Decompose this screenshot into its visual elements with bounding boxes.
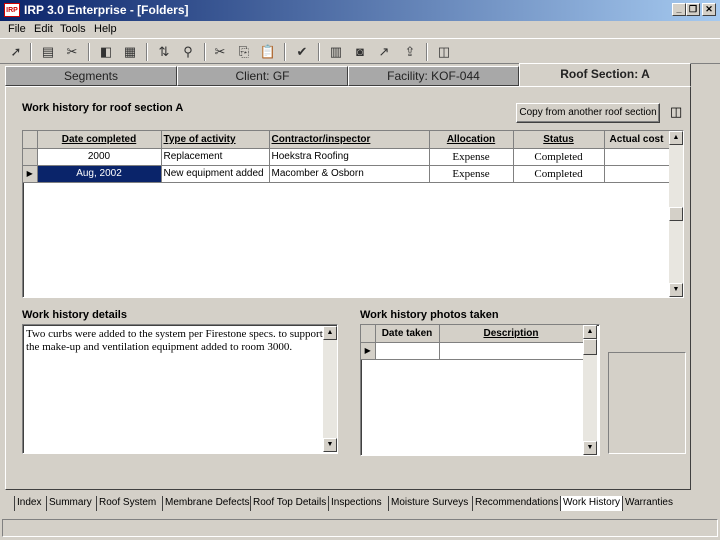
cell-contractor[interactable]: Hoekstra Roofing [269,148,430,166]
restore-button[interactable]: ❐ [686,3,700,16]
column-date-completed[interactable]: Date completed [37,131,162,149]
chart-icon[interactable]: ↗ [374,42,394,62]
work-history-grid[interactable]: Date completed Type of activity Contract… [22,130,684,298]
tab-warranties[interactable]: Warranties [622,496,675,511]
cell-type-of-activity[interactable]: New equipment added [161,165,270,183]
photos-label: Work history photos taken [360,309,499,321]
tab-client[interactable]: Client: GF [177,66,348,86]
table-row[interactable]: ▶ Aug, 2002 New equipment added Macomber… [23,165,670,183]
window-title: IRP 3.0 Enterprise - [Folders] [24,3,189,17]
section-title: Work history for roof section A [22,102,184,114]
row-indicator-header [23,131,38,149]
scroll-up-arrow-icon[interactable]: ▲ [669,131,683,145]
row-indicator [23,148,38,166]
scroll-thumb[interactable] [669,207,683,221]
tab-work-history[interactable]: Work History [560,496,623,511]
folder-icon[interactable]: ◧ [96,42,116,62]
copy-from-another-roof-section-button[interactable]: Copy from another roof section [516,103,660,123]
tab-facility[interactable]: Facility: KOF-044 [348,66,519,86]
menu-file[interactable]: File [8,23,26,35]
tab-inspections[interactable]: Inspections [328,496,384,511]
cell-contractor[interactable]: Macomber & Osborn [269,165,430,183]
cell-date-completed[interactable]: 2000 [37,148,162,166]
tab-roof-section[interactable]: Roof Section: A [519,63,691,87]
menu-edit[interactable]: Edit [34,23,53,35]
cell-date-taken[interactable] [375,342,440,360]
table-row[interactable]: ▶ [361,342,584,360]
work-history-details-textarea[interactable]: Two curbs were added to the system per F… [22,324,338,454]
grid-header-row: Date completed Type of activity Contract… [23,131,670,149]
column-allocation[interactable]: Allocation [429,131,514,149]
column-date-taken[interactable]: Date taken [375,325,440,343]
menu-bar: File Edit Tools Help [0,21,720,38]
photo-preview [608,352,686,454]
status-bar [2,519,718,537]
history-grid-scrollbar[interactable]: ▲ ▼ [669,131,683,297]
toolbar: ➚ ▤ ✂ ◧ ▦ ⇅ ⚲ ✂ ⎘ 📋 ✔ ▥ ◙ ↗ ⇪ ◫ [0,38,720,64]
row-indicator-header [361,325,376,343]
camera-icon[interactable]: ◙ [350,42,370,62]
table-row[interactable]: 2000 Replacement Hoekstra Roofing Expens… [23,148,670,166]
tab-moisture-surveys[interactable]: Moisture Surveys [388,496,470,511]
details-text: Two curbs were added to the system per F… [26,328,323,353]
cell-date-completed[interactable]: Aug, 2002 [37,165,162,183]
details-label: Work history details [22,309,127,321]
properties-icon[interactable]: ◫ [670,104,686,120]
new-document-icon[interactable]: ▤ [38,42,58,62]
app-logo-icon: IRP [4,3,20,17]
export-icon[interactable]: ⇪ [400,42,420,62]
tab-index[interactable]: Index [14,496,43,511]
tab-roof-top-details[interactable]: Roof Top Details [250,496,328,511]
find-icon[interactable]: ⚲ [178,42,198,62]
scroll-up-arrow-icon[interactable]: ▲ [583,325,597,339]
tab-membrane-defects[interactable]: Membrane Defects [162,496,251,511]
column-type-of-activity[interactable]: Type of activity [161,131,270,149]
cell-actual-cost[interactable] [604,165,670,183]
tab-segments[interactable]: Segments [5,66,177,86]
tools-icon[interactable]: ✂ [62,42,82,62]
pointer-icon[interactable]: ➚ [6,42,26,62]
column-description[interactable]: Description [439,325,584,343]
close-button[interactable]: ✕ [702,3,716,16]
sort-icon[interactable]: ⇅ [154,42,174,62]
menu-help[interactable]: Help [94,23,117,35]
cell-type-of-activity[interactable]: Replacement [161,148,270,166]
column-status[interactable]: Status [513,131,605,149]
photos-grid[interactable]: Date taken Description ▶ ▲ ▼ [360,324,600,456]
scroll-down-arrow-icon[interactable]: ▼ [669,283,683,297]
minimize-button[interactable]: _ [672,3,686,16]
cell-status[interactable]: Completed [513,148,605,166]
cut-icon[interactable]: ✂ [210,42,230,62]
scroll-down-arrow-icon[interactable]: ▼ [323,438,337,452]
column-actual-cost[interactable]: Actual cost [604,131,670,149]
details-scrollbar[interactable]: ▲ ▼ [323,326,337,452]
table-icon[interactable]: ▦ [120,42,140,62]
properties-icon[interactable]: ◫ [434,42,454,62]
paste-icon[interactable]: 📋 [258,42,278,62]
current-row-arrow-icon: ▶ [361,342,376,360]
photos-scrollbar[interactable]: ▲ ▼ [583,325,597,455]
copy-icon[interactable]: ⎘ [234,42,254,62]
menu-tools[interactable]: Tools [60,23,86,35]
title-bar: IRP IRP 3.0 Enterprise - [Folders] _ ❐ ✕ [0,0,720,21]
cell-allocation[interactable]: Expense [429,165,514,183]
scroll-down-arrow-icon[interactable]: ▼ [583,441,597,455]
scroll-up-arrow-icon[interactable]: ▲ [323,326,337,340]
cell-actual-cost[interactable] [604,148,670,166]
scroll-thumb[interactable] [583,339,597,355]
calculator-icon[interactable]: ▥ [326,42,346,62]
current-row-arrow-icon: ▶ [23,165,38,183]
tab-recommendations[interactable]: Recommendations [472,496,560,511]
column-contractor-inspector[interactable]: Contractor/inspector [269,131,430,149]
tab-summary[interactable]: Summary [46,496,94,511]
cell-description[interactable] [439,342,584,360]
spellcheck-icon[interactable]: ✔ [292,42,312,62]
cell-allocation[interactable]: Expense [429,148,514,166]
tab-roof-system[interactable]: Roof System [96,496,158,511]
photos-header-row: Date taken Description [361,325,584,343]
cell-status[interactable]: Completed [513,165,605,183]
